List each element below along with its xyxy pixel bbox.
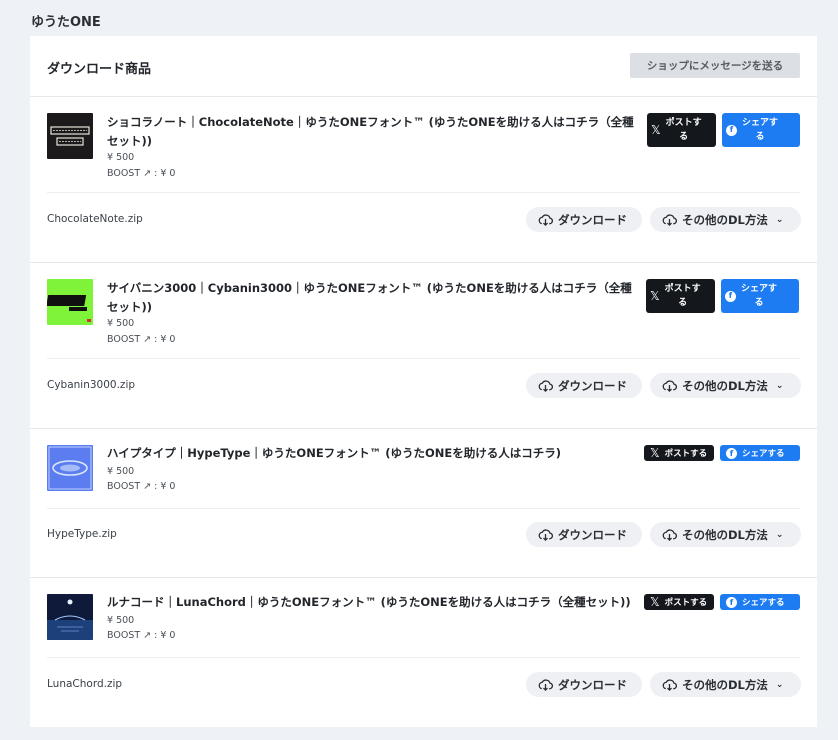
hypetype-thumb-icon	[47, 445, 93, 491]
product-thumbnail[interactable]	[47, 113, 93, 159]
chocolate-note-thumb-icon	[47, 113, 93, 159]
chevron-down-icon: ⌄	[775, 214, 784, 225]
product-price: ¥ 500	[107, 615, 135, 626]
lunachord-thumb-icon	[47, 594, 93, 640]
cloud-download-icon	[662, 529, 677, 541]
product-boost: BOOST ↗ : ¥ 0	[107, 168, 176, 179]
chevron-down-icon: ⌄	[775, 529, 784, 540]
post-x-button[interactable]: 𝕏 ポストする	[644, 445, 714, 461]
product-item: ルナコード｜LunaChord｜ゆうたONEフォント™ (ゆうたONEを助ける人…	[30, 578, 817, 727]
product-name[interactable]: ルナコード｜LunaChord｜ゆうたONEフォント™ (ゆうたONEを助ける人…	[107, 593, 637, 612]
product-boost: BOOST ↗ : ¥ 0	[107, 630, 176, 641]
other-download-methods-button[interactable]: その他のDL方法 ⌄	[650, 672, 801, 697]
x-logo-icon: 𝕏	[650, 446, 660, 460]
message-shop-button[interactable]: ショップにメッセージを送る	[630, 53, 800, 78]
cloud-download-icon	[538, 214, 553, 226]
panel-header: ダウンロード商品 ショップにメッセージを送る	[30, 36, 817, 97]
file-name: ChocolateNote.zip	[47, 213, 143, 225]
share-facebook-button[interactable]: f シェアす る	[721, 279, 799, 313]
shop-name: ゆうたONE	[31, 15, 101, 30]
item-divider	[47, 508, 800, 509]
facebook-icon: f	[726, 596, 737, 608]
share-facebook-button[interactable]: f シェアする	[720, 594, 800, 610]
product-thumbnail[interactable]	[47, 445, 93, 491]
post-x-button[interactable]: 𝕏 ポストす る	[646, 279, 715, 313]
item-divider	[47, 192, 800, 193]
share-facebook-button[interactable]: f シェアす る	[722, 113, 800, 147]
chevron-down-icon: ⌄	[775, 679, 784, 690]
facebook-icon: f	[726, 124, 737, 136]
download-button[interactable]: ダウンロード	[526, 373, 642, 398]
download-products-panel: ダウンロード商品 ショップにメッセージを送る ショコラノート｜Chocolate…	[30, 36, 817, 727]
other-download-methods-button[interactable]: その他のDL方法 ⌄	[650, 373, 801, 398]
cybanin-thumb-icon	[47, 279, 93, 325]
post-x-button[interactable]: 𝕏 ポストする	[644, 594, 714, 610]
facebook-icon: f	[726, 447, 737, 459]
cloud-download-icon	[538, 679, 553, 691]
facebook-icon: f	[725, 290, 736, 302]
download-button[interactable]: ダウンロード	[526, 207, 642, 232]
file-name: LunaChord.zip	[47, 678, 123, 690]
chevron-down-icon: ⌄	[775, 380, 784, 391]
file-name: HypeType.zip	[47, 528, 117, 540]
product-item: ショコラノート｜ChocolateNote｜ゆうたONEフォント™ (ゆうたON…	[30, 97, 817, 263]
product-item: ハイプタイプ｜HypeType｜ゆうたONEフォント™ (ゆうたONEを助ける人…	[30, 429, 817, 578]
product-name[interactable]: ハイプタイプ｜HypeType｜ゆうたONEフォント™ (ゆうたONEを助ける人…	[107, 444, 637, 463]
download-button[interactable]: ダウンロード	[526, 672, 642, 697]
other-download-methods-button[interactable]: その他のDL方法 ⌄	[650, 522, 801, 547]
product-name[interactable]: ショコラノート｜ChocolateNote｜ゆうたONEフォント™ (ゆうたON…	[107, 113, 637, 151]
item-divider	[47, 358, 800, 359]
share-facebook-button[interactable]: f シェアする	[720, 445, 800, 461]
panel-title: ダウンロード商品	[47, 62, 152, 77]
x-logo-icon: 𝕏	[650, 289, 660, 303]
product-boost: BOOST ↗ : ¥ 0	[107, 481, 176, 492]
product-price: ¥ 500	[107, 318, 135, 329]
x-logo-icon: 𝕏	[651, 123, 661, 137]
cloud-download-icon	[662, 679, 677, 691]
product-boost: BOOST ↗ : ¥ 0	[107, 334, 176, 345]
cloud-download-icon	[662, 380, 677, 392]
other-download-methods-button[interactable]: その他のDL方法 ⌄	[650, 207, 801, 232]
product-name[interactable]: サイバニン3000｜Cybanin3000｜ゆうたONEフォント™ (ゆうたON…	[107, 279, 637, 317]
product-thumbnail[interactable]	[47, 594, 93, 640]
x-logo-icon: 𝕏	[650, 595, 660, 609]
product-thumbnail[interactable]	[47, 279, 93, 325]
item-divider	[47, 657, 800, 658]
cloud-download-icon	[538, 380, 553, 392]
file-name: Cybanin3000.zip	[47, 379, 136, 391]
product-item: サイバニン3000｜Cybanin3000｜ゆうたONEフォント™ (ゆうたON…	[30, 263, 817, 429]
post-x-button[interactable]: 𝕏 ポストす る	[647, 113, 716, 147]
product-price: ¥ 500	[107, 466, 135, 477]
product-price: ¥ 500	[107, 152, 135, 163]
download-button[interactable]: ダウンロード	[526, 522, 642, 547]
cloud-download-icon	[538, 529, 553, 541]
cloud-download-icon	[662, 214, 677, 226]
